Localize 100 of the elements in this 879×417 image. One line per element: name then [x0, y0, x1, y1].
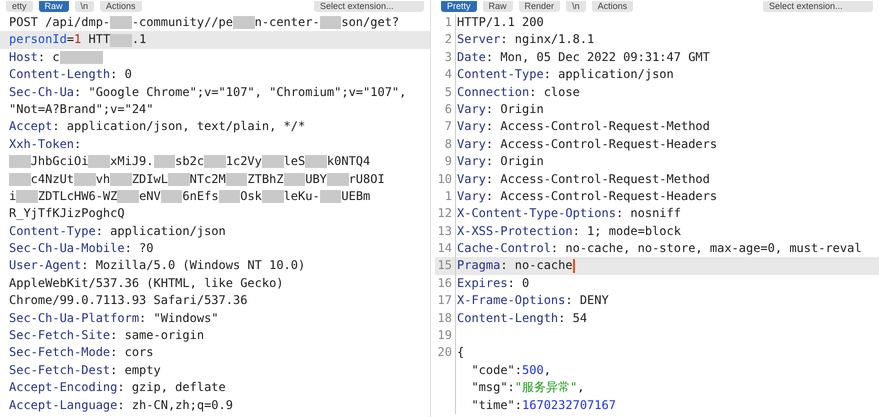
header-name: Accept-Encoding	[9, 379, 118, 396]
redaction-block	[117, 190, 140, 204]
code-text: : Access-Control-Request-Method	[486, 170, 710, 188]
header-name: Content-Type	[9, 222, 96, 240]
code-text: vh	[96, 170, 110, 188]
line-number: 10	[436, 170, 453, 188]
redaction-block	[262, 190, 284, 204]
redaction-block	[9, 172, 31, 186]
redaction-block	[74, 172, 96, 186]
newline-button[interactable]: \n	[74, 0, 94, 12]
header-name: Content-Type	[457, 66, 544, 84]
code-text: NTc2M	[190, 170, 226, 188]
code-text: ZDIwL	[132, 170, 168, 188]
line-number: 18	[436, 310, 453, 327]
code-text: : no-cache	[500, 257, 573, 274]
line-number: 6	[444, 100, 453, 118]
line-number: 19	[436, 327, 453, 344]
code-text: JhbGciOi	[30, 153, 88, 170]
view-tab[interactable]: Render	[518, 0, 560, 12]
line-number: 14	[436, 240, 453, 258]
code-text: ZDTLcHW6-WZ	[38, 188, 118, 205]
header-name: Sec-Fetch-Dest	[9, 362, 110, 379]
header-name: Cache-Control	[457, 240, 551, 258]
extension-select[interactable]: Select extension...	[763, 0, 873, 12]
header-name: Xxh-Token	[9, 136, 74, 153]
line-number: 1	[444, 14, 453, 31]
code-text: AppleWebKit/537.36 (KHTML, like Gecko)	[9, 274, 284, 292]
code-text: POST /api/dmp-	[9, 14, 110, 31]
redaction-block	[232, 16, 255, 30]
redaction-block	[160, 190, 182, 204]
json-number: 500	[522, 362, 544, 379]
code-text: : "Windows"	[139, 310, 219, 327]
redaction-block	[81, 50, 103, 64]
newline-button[interactable]: \n	[566, 0, 586, 12]
actions-button[interactable]: Actions	[100, 0, 142, 12]
code-text: R_YjTfKJizPoghcQ	[9, 205, 125, 222]
line-number: 4	[444, 66, 453, 84]
header-name: Sec-Ch-Ua-Mobile	[9, 240, 125, 258]
code-text: Chrome/99.0.7113.93 Safari/537.36	[9, 292, 248, 310]
header-name: X-Content-Type-Options	[457, 205, 616, 222]
code-text: i	[9, 188, 16, 205]
code-text: HTT	[87, 31, 110, 48]
view-tab[interactable]: Raw	[38, 0, 69, 12]
header-name: Content-Length	[457, 310, 558, 327]
code-text: : Mon, 05 Dec 2022 09:31:47 GMT	[486, 48, 710, 66]
redaction-block	[60, 50, 82, 64]
redaction-block	[88, 155, 110, 168]
redaction-block	[326, 172, 349, 186]
code-text: : DENY	[565, 292, 609, 310]
redaction-block	[204, 155, 226, 168]
line-number: 8	[444, 136, 453, 153]
code-text: {	[457, 344, 464, 362]
redaction-block	[305, 155, 327, 168]
code-text: Osk	[240, 188, 262, 205]
code-text: : ?0	[124, 240, 154, 258]
code-text: "msg":	[471, 379, 515, 396]
code-text: : 1; mode=block	[572, 222, 681, 240]
code-text: k0NTQ4	[326, 153, 370, 170]
code-text: eNV	[139, 188, 161, 205]
redaction-block	[9, 155, 31, 168]
line-number: 20	[436, 344, 453, 362]
code-text: =	[66, 31, 74, 48]
line-number: 15	[436, 257, 453, 274]
header-name: Sec-Ch-Ua-Platform	[9, 310, 140, 327]
redaction-block	[226, 172, 248, 186]
param-value: 1	[74, 31, 82, 48]
header-name: Vary	[457, 118, 486, 136]
header-name: X-XSS-Protection	[457, 222, 573, 240]
actions-button[interactable]: Actions	[592, 0, 634, 12]
line-number: 3	[444, 48, 453, 66]
view-tab[interactable]: Pretty	[441, 0, 477, 12]
redaction-block	[154, 155, 176, 168]
code-text: "time":	[471, 396, 522, 414]
code-text: ,	[577, 379, 584, 396]
code-text: : 54	[558, 310, 588, 327]
code-text: : Origin	[486, 153, 544, 170]
code-text: : gzip, deflate	[117, 379, 226, 396]
code-text: n-center-	[254, 14, 320, 31]
code-text: .1	[132, 31, 146, 48]
line-number: 9	[444, 153, 453, 170]
redaction-block	[110, 34, 132, 47]
code-text: xMiJ9.	[110, 153, 154, 170]
view-tab[interactable]: Raw	[482, 0, 513, 12]
redaction-block	[284, 172, 306, 186]
header-name: Vary	[457, 170, 486, 188]
line-number: 2	[444, 31, 453, 48]
header-name: Pragma	[457, 257, 500, 274]
line-number: 12	[436, 205, 453, 222]
code-text: -community//pe	[132, 14, 233, 31]
header-name: Sec-Fetch-Mode	[9, 344, 110, 362]
code-text: : nosniff	[616, 205, 681, 222]
code-text: : cors	[110, 344, 154, 362]
code-text: : 0	[508, 274, 530, 292]
code-text: "Not=A?Brand";v="24"	[9, 100, 154, 118]
view-tab[interactable]: etty	[6, 0, 33, 12]
line-number: 17	[436, 292, 453, 310]
line-number: 5	[444, 84, 453, 101]
code-text: : Mozilla/5.0 (Windows NT 10.0)	[81, 257, 306, 274]
extension-select[interactable]: Select extension...	[314, 0, 424, 12]
code-text: rU8OI	[348, 170, 385, 188]
